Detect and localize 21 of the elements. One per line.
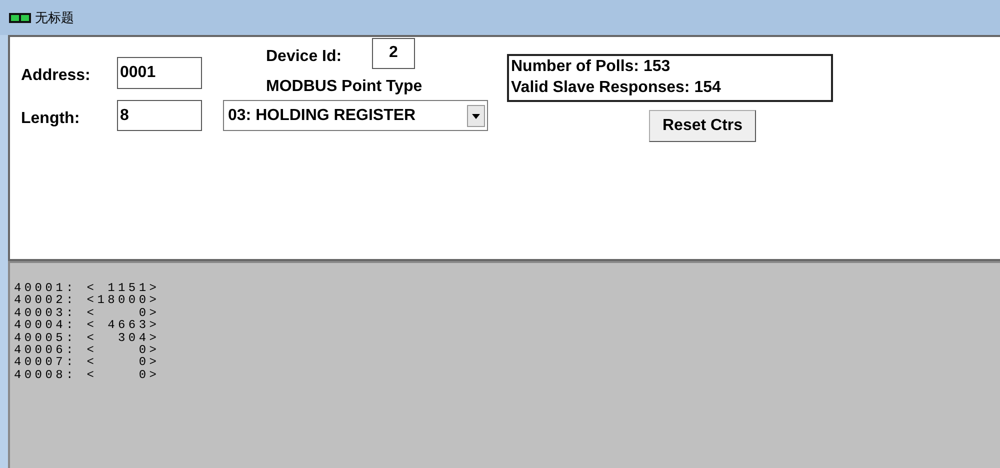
point-type-dropdown[interactable]: 03: HOLDING REGISTER	[223, 100, 488, 131]
length-field[interactable]: 8	[117, 100, 202, 131]
window-title: 无标题	[35, 8, 74, 27]
register-line: 40001: < 1151>	[14, 282, 160, 294]
stat-line: Number of Polls: 153	[511, 57, 670, 77]
address-label: Address:	[21, 66, 90, 86]
device-id-field[interactable]: 2	[372, 38, 415, 69]
address-field[interactable]: 0001	[117, 57, 202, 89]
stat-line: Valid Slave Responses: 154	[511, 78, 721, 98]
register-line: 40006: < 0>	[14, 344, 160, 356]
device-id-label: Device Id:	[266, 47, 342, 67]
register-line: 40003: < 0>	[14, 306, 160, 320]
window-icon	[9, 12, 31, 22]
reset-counters-button[interactable]: Reset Ctrs	[649, 110, 756, 142]
register-line: 40008: < 0>	[14, 368, 160, 382]
length-label: Length:	[21, 109, 80, 129]
register-line: 40007: < 0>	[14, 356, 160, 369]
register-line: 40005: < 304>	[14, 332, 160, 344]
register-line: 40004: < 4663>	[14, 319, 160, 332]
point-type-label: MODBUS Point Type	[266, 77, 422, 97]
register-line: 40002: <18000>	[14, 294, 160, 307]
